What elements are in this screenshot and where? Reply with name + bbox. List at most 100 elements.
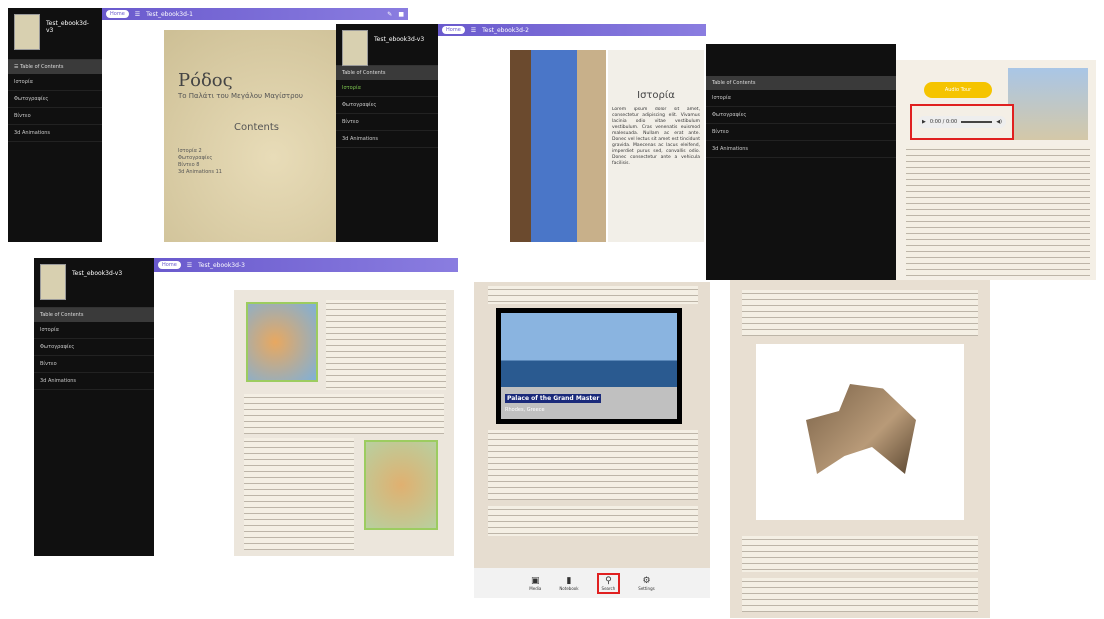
page-title: Test_ebook3d-3	[198, 261, 245, 269]
video-player[interactable]: Palace of the Grand Master Rhodes, Greec…	[496, 308, 682, 424]
castle-model[interactable]	[806, 384, 916, 474]
seek-bar[interactable]	[961, 121, 993, 123]
audio-tour-button[interactable]: Audio Tour	[924, 82, 992, 98]
sidebar-header: Test_ebook3d-v3	[34, 258, 154, 308]
toolbar-label: Media	[529, 585, 542, 591]
page-content	[234, 290, 454, 556]
toc-item-3d[interactable]: 3d Animations	[34, 373, 154, 390]
video-subtitle: Rhodes, Greece	[505, 407, 545, 413]
toc-item-history[interactable]: Ιστορία	[34, 322, 154, 339]
body-text-lines	[742, 536, 978, 572]
image-icon: ▣	[531, 575, 540, 586]
bookmark-icon[interactable]: ■	[398, 11, 404, 18]
contents-list: Ιστορία 2 Φωτογραφίες Βίντεο 8 3d Animat…	[178, 148, 222, 176]
search-icon: ⚲	[605, 575, 612, 586]
sidebar-header: Test_ebook3d-v3	[336, 24, 438, 66]
toc-item-history[interactable]: Ιστορία	[8, 74, 102, 91]
body-text-lines	[488, 286, 698, 304]
3d-model-viewer[interactable]	[756, 344, 964, 520]
contents-heading: Contents	[234, 122, 279, 133]
book-thumbnail[interactable]	[14, 14, 40, 50]
toolbar-notebook[interactable]: ▮ Notebook	[559, 576, 578, 591]
sidebar-panel-6: Test_ebook3d-v3 Table of Contents Ιστορί…	[34, 258, 154, 556]
cover-map: Ρόδος Το Παλάτι του Μεγάλου Μαγίστρου Co…	[164, 30, 346, 242]
panel-maps: Home ☰ Test_ebook3d-3	[154, 258, 458, 556]
contents-item[interactable]: Φωτογραφίες	[178, 155, 222, 162]
edit-icon[interactable]: ✎	[387, 11, 392, 18]
toc-item-3d[interactable]: 3d Animations	[706, 141, 896, 158]
toolbar-label: Search	[601, 585, 616, 591]
panel-video: Palace of the Grand Master Rhodes, Greec…	[474, 282, 710, 598]
body-text-lines	[906, 146, 1090, 276]
video-frame: Palace of the Grand Master Rhodes, Greec…	[501, 313, 677, 419]
body-text-lines	[742, 290, 978, 336]
topbar: Home ☰ Test_ebook3d-3	[154, 258, 458, 272]
body-text-lines	[488, 506, 698, 536]
toolbar-search[interactable]: ⚲ Search	[596, 572, 621, 594]
sidebar-title: Test_ebook3d-v3	[374, 36, 425, 43]
toc-header: ☰ Table of Contents	[8, 60, 102, 74]
panel-history: Home ☰ Test_ebook3d-2 Ιστορία Lorem ipsu…	[438, 24, 706, 242]
gear-icon: ⚙	[642, 575, 651, 586]
menu-icon[interactable]: ☰	[187, 262, 192, 269]
topbar: Home ☰ Test_ebook3d-1 ✎ ■	[102, 8, 408, 20]
bottom-toolbar: ▣ Media ▮ Notebook ⚲ Search ⚙ Settings	[474, 568, 710, 598]
map-image-1[interactable]	[246, 302, 318, 382]
toc-item-video[interactable]: Βίντεο	[336, 114, 438, 131]
chapter-title: Ιστορία	[637, 90, 675, 101]
contents-item[interactable]: Ιστορία 2	[178, 148, 222, 155]
body-text-lines	[742, 578, 978, 612]
sidebar-title: Test_ebook3d-v3	[72, 270, 123, 277]
book-thumbnail[interactable]	[342, 30, 368, 66]
menu-icon[interactable]: ☰	[135, 11, 140, 18]
toc-header: Table of Contents	[34, 308, 154, 322]
panel-audio: Audio Tour ▶ 0:00 / 0:00 ◀)	[896, 60, 1096, 280]
sidebar-panel-3: Test_ebook3d-v3 Table of Contents Ιστορί…	[336, 24, 438, 242]
toolbar-label: Settings	[638, 585, 655, 591]
book-thumbnail[interactable]	[40, 264, 66, 300]
street-photo[interactable]	[510, 50, 606, 242]
chapter-text: Ιστορία Lorem ipsum dolor sit amet, cons…	[608, 50, 704, 242]
toc-header: Table of Contents	[706, 76, 896, 90]
toc-item-video[interactable]: Βίντεο	[34, 356, 154, 373]
toc-item-photos[interactable]: Φωτογραφίες	[8, 91, 102, 108]
home-button[interactable]: Home	[442, 26, 465, 34]
contents-item[interactable]: 3d Animations 11	[178, 169, 222, 176]
home-button[interactable]: Home	[106, 10, 129, 18]
toc-item-video[interactable]: Βίντεο	[8, 108, 102, 125]
contents-item[interactable]: Βίντεο 8	[178, 162, 222, 169]
body-text-lines	[244, 394, 444, 434]
topbar: Home ☰ Test_ebook3d-2	[438, 24, 706, 36]
toc-item-photos[interactable]: Φωτογραφίες	[34, 339, 154, 356]
page-title: Test_ebook3d-2	[482, 26, 529, 34]
toc-item-photos[interactable]: Φωτογραφίες	[706, 107, 896, 124]
audio-time: 0:00 / 0:00	[929, 119, 958, 125]
sidebar-header: Test_ebook3d-v3	[8, 8, 102, 60]
sidebar-panel-5: Table of Contents Ιστορία Φωτογραφίες Βί…	[706, 44, 896, 280]
toc-item-3d[interactable]: 3d Animations	[8, 125, 102, 142]
book-subtitle: Το Παλάτι του Μεγάλου Μαγίστρου	[178, 92, 303, 100]
volume-icon[interactable]: ◀)	[996, 119, 1002, 125]
play-icon[interactable]: ▶	[922, 119, 926, 125]
toc-item-3d[interactable]: 3d Animations	[336, 131, 438, 148]
book-title: Ρόδος	[178, 70, 233, 91]
notebook-icon: ▮	[566, 575, 572, 586]
sidebar-title: Test_ebook3d-v3	[46, 20, 89, 34]
toc-item-photos[interactable]: Φωτογραφίες	[336, 97, 438, 114]
panel-3d	[730, 280, 990, 618]
toc-item-history[interactable]: Ιστορία	[706, 90, 896, 107]
toc-item-video[interactable]: Βίντεο	[706, 124, 896, 141]
toolbar-label: Notebook	[559, 585, 579, 591]
menu-icon[interactable]: ☰	[471, 27, 476, 34]
toc-item-history[interactable]: Ιστορία	[336, 80, 438, 97]
map-image-2[interactable]	[364, 440, 438, 530]
home-button[interactable]: Home	[158, 261, 181, 269]
toolbar-media[interactable]: ▣ Media	[529, 576, 541, 591]
toc-header: Table of Contents	[336, 66, 438, 80]
castle-photo[interactable]	[1008, 68, 1088, 140]
body-text: Lorem ipsum dolor sit amet, consectetur …	[612, 107, 700, 166]
audio-player: ▶ 0:00 / 0:00 ◀)	[910, 104, 1014, 140]
video-title: Palace of the Grand Master	[505, 394, 602, 403]
toolbar-settings[interactable]: ⚙ Settings	[638, 576, 654, 591]
body-text-lines	[488, 430, 698, 500]
